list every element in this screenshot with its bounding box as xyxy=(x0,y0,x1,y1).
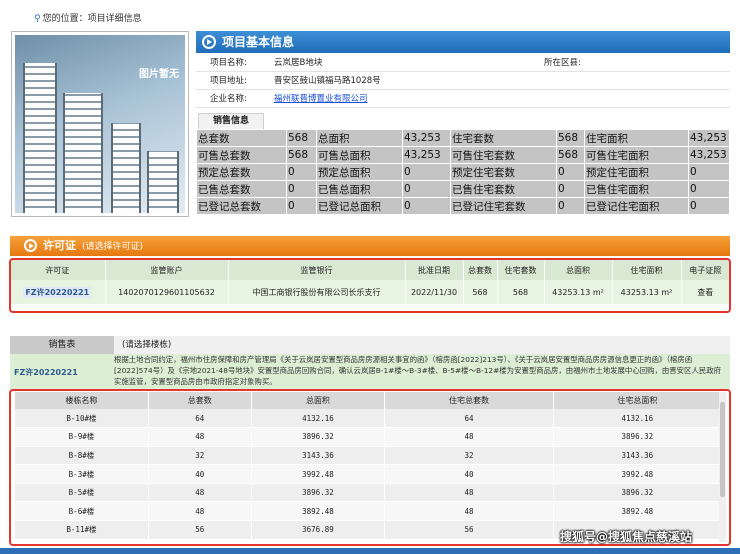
tab-sales-info[interactable]: 销售信息 xyxy=(198,113,264,129)
sales-value: 0 xyxy=(556,180,585,198)
sales-value: 568 xyxy=(286,129,317,147)
permit-hint: (请选择许可证) xyxy=(82,242,144,252)
sales-label: 预定住宅面积 xyxy=(584,163,689,181)
sales-value: 43,253 xyxy=(402,146,451,164)
sales-value: 0 xyxy=(688,197,730,215)
project-info-header: 项目基本信息 xyxy=(196,31,730,53)
project-photo: 图片暂无 xyxy=(11,31,189,217)
permit-title: 许可证 xyxy=(43,239,76,252)
permit-number-label[interactable]: FZ许20220221 xyxy=(14,367,78,378)
sales-label: 预定总套数 xyxy=(196,163,287,181)
sales-value: 43,253 xyxy=(688,146,730,164)
sales-label: 已售总面积 xyxy=(316,180,403,198)
project-address-value: 晋安区鼓山镇福马路1028号 xyxy=(260,71,730,90)
sales-value: 43,253 xyxy=(402,129,451,147)
sales-row: 总套数 568 总面积 43,253 住宅套数 568 住宅面积 43,253 xyxy=(196,129,730,147)
sales-row: 可售总套数 568 可售总面积 43,253 可售住宅套数 568 可售住宅面积 43,253 xyxy=(196,146,730,164)
highlight-box xyxy=(9,258,731,313)
breadcrumb-text: 您的位置：项目详细信息 xyxy=(42,14,142,24)
sales-label: 已登记总面积 xyxy=(316,197,403,215)
sales-label: 总套数 xyxy=(196,129,287,147)
sales-value: 0 xyxy=(402,180,451,198)
sales-label: 总面积 xyxy=(316,129,403,147)
company-label: 企业名称: xyxy=(196,89,260,108)
sales-value: 0 xyxy=(402,197,451,215)
play-circle-icon xyxy=(24,238,37,252)
watermark: 搜狐号@搜狐焦点慈溪站 xyxy=(560,530,693,544)
project-name-value: 云岚居B地块 xyxy=(260,53,530,72)
sales-value: 568 xyxy=(556,129,585,147)
sales-label: 已登记总套数 xyxy=(196,197,287,215)
breadcrumb: ⚲ 您的位置：项目详细信息 xyxy=(34,11,142,24)
sales-value: 568 xyxy=(556,146,585,164)
project-info-table: 项目名称: 云岚居B地块 所在区县: 项目地址: 晋安区鼓山镇福马路1028号 … xyxy=(196,53,730,108)
sales-label: 已登记住宅面积 xyxy=(584,197,689,215)
sales-label: 已售总套数 xyxy=(196,180,287,198)
project-info-title: 项目基本信息 xyxy=(222,35,295,49)
sales-summary-table: 总套数 568 总面积 43,253 住宅套数 568 住宅面积 43,253 可售总套数 568… xyxy=(196,129,730,215)
sales-label: 可售住宅套数 xyxy=(450,146,557,164)
district-label: 所在区县: xyxy=(530,53,596,72)
permit-description-text: 根据土地合同约定，福州市住房保障和房产管理局《关于云岚居安置型商品房房源相关事宜… xyxy=(114,355,722,386)
play-circle-icon xyxy=(202,34,216,49)
sales-value: 0 xyxy=(286,163,317,181)
sales-label: 预定住宅套数 xyxy=(450,163,557,181)
sales-value: 0 xyxy=(556,163,585,181)
sales-label: 预定总面积 xyxy=(316,163,403,181)
photo-placeholder-label: 图片暂无 xyxy=(139,69,179,80)
sale-table-tabbar: 销售表 (请选择楼栋) xyxy=(10,336,730,354)
company-link[interactable]: 福州联晋博置业有限公司 xyxy=(274,94,368,104)
sales-value: 43,253 xyxy=(688,129,730,147)
location-pin-icon: ⚲ xyxy=(34,14,41,24)
project-address-label: 项目地址: xyxy=(196,71,260,90)
project-name-label: 项目名称: xyxy=(196,53,260,72)
permit-description: FZ许20220221 根据土地合同约定，福州市住房保障和房产管理局《关于云岚居… xyxy=(10,354,730,390)
footer-bar xyxy=(0,548,740,554)
sales-row: 预定总套数 0 预定总面积 0 预定住宅套数 0 预定住宅面积 0 xyxy=(196,163,730,181)
sales-value: 568 xyxy=(286,146,317,164)
sales-label: 可售总套数 xyxy=(196,146,287,164)
sales-value: 0 xyxy=(556,197,585,215)
sales-row: 已登记总套数 0 已登记总面积 0 已登记住宅套数 0 已登记住宅面积 0 xyxy=(196,197,730,215)
permit-header: 许可证 (请选择许可证) xyxy=(10,236,730,256)
sales-label: 已售住宅面积 xyxy=(584,180,689,198)
sales-value: 0 xyxy=(286,180,317,198)
sales-value: 0 xyxy=(402,163,451,181)
tab-sale-table[interactable]: 销售表 xyxy=(10,336,114,354)
sales-value: 0 xyxy=(688,163,730,181)
sales-row: 已售总套数 0 已售总面积 0 已售住宅套数 0 已售住宅面积 0 xyxy=(196,180,730,198)
sales-label: 已登记住宅套数 xyxy=(450,197,557,215)
sales-value: 0 xyxy=(688,180,730,198)
highlight-box xyxy=(9,389,731,546)
sales-label: 可售总面积 xyxy=(316,146,403,164)
sales-label: 已售住宅套数 xyxy=(450,180,557,198)
building-select-hint: (请选择楼栋) xyxy=(114,336,730,354)
sales-value: 0 xyxy=(286,197,317,215)
sales-label: 住宅面积 xyxy=(584,129,689,147)
sales-label: 可售住宅面积 xyxy=(584,146,689,164)
district-value xyxy=(596,53,730,72)
sales-label: 住宅套数 xyxy=(450,129,557,147)
